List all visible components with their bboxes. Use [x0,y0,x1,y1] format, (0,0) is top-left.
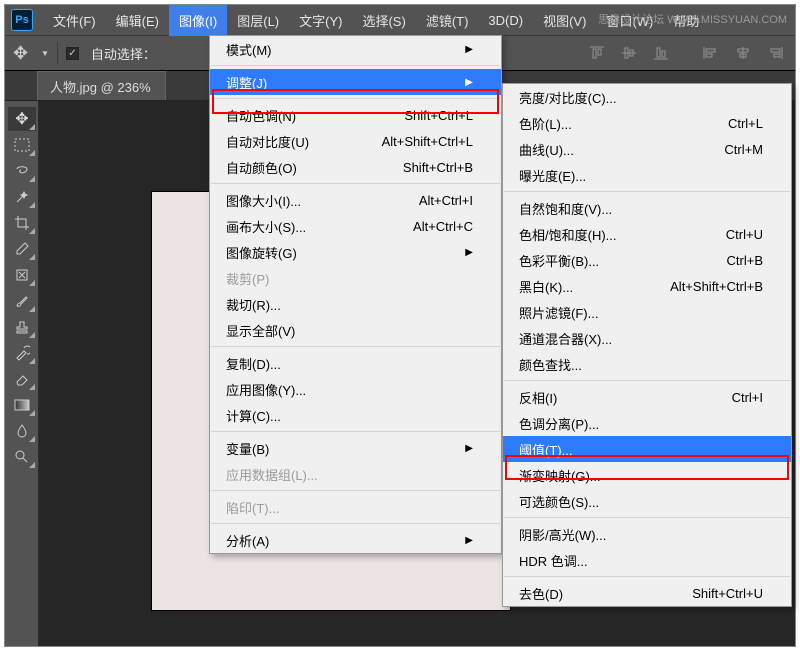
menu-file[interactable]: 文件(F) [43,5,106,36]
mi-image-rotation[interactable]: 图像旋转(G)▶ [210,239,501,265]
tool-stamp[interactable] [8,315,36,339]
tool-history-brush[interactable] [8,341,36,365]
ma-posterize[interactable]: 色调分离(P)... [503,410,791,436]
menu-image[interactable]: 图像(I) [169,5,227,36]
align-hcenter-icon[interactable] [731,43,755,63]
align-top-icon[interactable] [585,43,609,63]
menu-view[interactable]: 视图(V) [533,5,596,36]
ma-curves[interactable]: 曲线(U)...Ctrl+M [503,136,791,162]
document-tab[interactable]: 人物.jpg @ 236% [37,71,166,100]
tool-wand[interactable] [8,185,36,209]
tool-patch[interactable] [8,263,36,287]
mi-duplicate[interactable]: 复制(D)... [210,350,501,376]
divider [57,42,58,64]
document-title: 人物.jpg @ 236% [50,77,151,96]
ma-hdr[interactable]: HDR 色调... [503,547,791,573]
menu-adjustments-dropdown: 亮度/对比度(C)... 色阶(L)...Ctrl+L 曲线(U)...Ctrl… [502,83,792,607]
ma-selective[interactable]: 可选颜色(S)... [503,488,791,514]
move-tool-icon [13,44,31,62]
mi-image-size[interactable]: 图像大小(I)...Alt+Ctrl+I [210,187,501,213]
mi-adjustments[interactable]: 调整(J)▶ [210,69,501,95]
menu-image-dropdown: 模式(M)▶ 调整(J)▶ 自动色调(N)Shift+Ctrl+L 自动对比度(… [209,35,502,554]
tool-eraser[interactable] [8,367,36,391]
tool-brush[interactable] [8,289,36,313]
ps-logo-icon: Ps [11,9,33,31]
ma-blackwhite[interactable]: 黑白(K)...Alt+Shift+Ctrl+B [503,273,791,299]
ma-invert[interactable]: 反相(I)Ctrl+I [503,384,791,410]
mi-auto-tone[interactable]: 自动色调(N)Shift+Ctrl+L [210,102,501,128]
tool-gradient[interactable] [8,393,36,417]
tool-move[interactable]: ✥ [8,107,36,131]
tool-eyedrop[interactable] [8,237,36,261]
mi-calculations[interactable]: 计算(C)... [210,402,501,428]
tool-marquee[interactable] [8,133,36,157]
ma-levels[interactable]: 色阶(L)...Ctrl+L [503,110,791,136]
tool-blur[interactable] [8,419,36,443]
tool-dodge[interactable] [8,445,36,469]
tool-crop[interactable] [8,211,36,235]
menu-type[interactable]: 文字(Y) [289,5,352,36]
menu-select[interactable]: 选择(S) [352,5,415,36]
auto-select-checkbox[interactable] [66,47,79,60]
align-bottom-icon[interactable] [649,43,673,63]
ma-desaturate[interactable]: 去色(D)Shift+Ctrl+U [503,580,791,606]
mi-crop-disabled: 裁剪(P) [210,265,501,291]
mi-trap: 陷印(T)... [210,494,501,520]
ma-exposure[interactable]: 曝光度(E)... [503,162,791,188]
mi-canvas-size[interactable]: 画布大小(S)...Alt+Ctrl+C [210,213,501,239]
ma-mixer[interactable]: 通道混合器(X)... [503,325,791,351]
menu-filter[interactable]: 滤镜(T) [416,5,479,36]
mi-auto-contrast[interactable]: 自动对比度(U)Alt+Shift+Ctrl+L [210,128,501,154]
mi-datasets: 应用数据组(L)... [210,461,501,487]
auto-select-label: 自动选择： [91,44,156,63]
ma-brightness[interactable]: 亮度/对比度(C)... [503,84,791,110]
align-right-icon[interactable] [763,43,787,63]
mi-mode[interactable]: 模式(M)▶ [210,36,501,62]
align-vcenter-icon[interactable] [617,43,641,63]
menu-layer[interactable]: 图层(L) [227,5,289,36]
align-left-icon[interactable] [699,43,723,63]
ma-shadows[interactable]: 阴影/高光(W)... [503,521,791,547]
mi-reveal-all[interactable]: 显示全部(V) [210,317,501,343]
photoshop-window: 思缘设计论坛 WWW.MISSYUAN.COM Ps 文件(F) 编辑(E) 图… [4,4,796,647]
tool-preset-caret[interactable]: ▼ [41,49,49,58]
menu-edit[interactable]: 编辑(E) [106,5,169,36]
ma-colorlookup[interactable]: 颜色查找... [503,351,791,377]
ma-photofilter[interactable]: 照片滤镜(F)... [503,299,791,325]
tools-panel: ✥ [5,101,39,646]
mi-apply-image[interactable]: 应用图像(Y)... [210,376,501,402]
ma-gradmap[interactable]: 渐变映射(G)... [503,462,791,488]
mi-trim[interactable]: 裁切(R)... [210,291,501,317]
ma-vibrance[interactable]: 自然饱和度(V)... [503,195,791,221]
ma-hue[interactable]: 色相/饱和度(H)...Ctrl+U [503,221,791,247]
tool-lasso[interactable] [8,159,36,183]
menu-3d[interactable]: 3D(D) [478,7,533,34]
ma-colbalance[interactable]: 色彩平衡(B)...Ctrl+B [503,247,791,273]
ma-threshold[interactable]: 阈值(T)... [503,436,791,462]
mi-variables[interactable]: 变量(B)▶ [210,435,501,461]
watermark-text: 思缘设计论坛 WWW.MISSYUAN.COM [598,11,787,27]
mi-auto-color[interactable]: 自动颜色(O)Shift+Ctrl+B [210,154,501,180]
mi-analysis[interactable]: 分析(A)▶ [210,527,501,553]
